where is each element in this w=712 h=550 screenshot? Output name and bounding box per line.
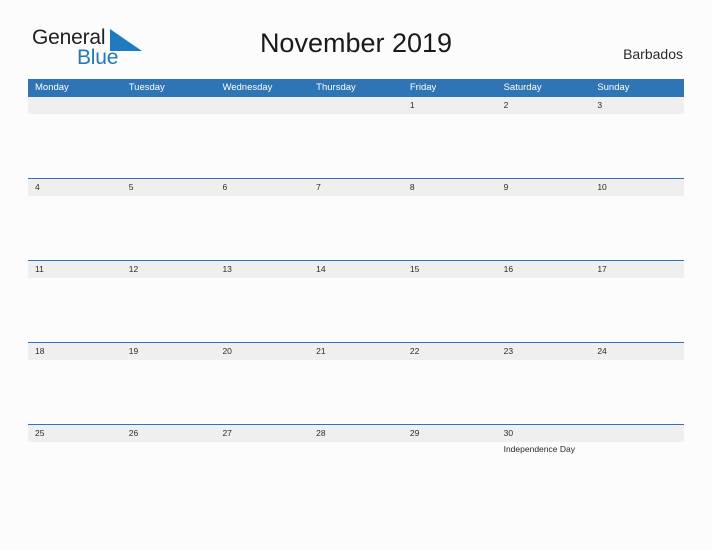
day-number[interactable] [309, 97, 403, 114]
country-label: Barbados [623, 46, 683, 62]
event-label: Independence Day [503, 444, 575, 454]
weekday-header-sunday: Sunday [597, 82, 630, 93]
day-cell[interactable] [590, 114, 684, 176]
day-number[interactable]: 9 [497, 179, 591, 196]
day-number[interactable]: 17 [590, 261, 684, 278]
day-cell[interactable] [590, 360, 684, 422]
day-cell[interactable] [403, 442, 497, 504]
day-number[interactable]: 3 [590, 97, 684, 114]
day-number[interactable]: 6 [215, 179, 309, 196]
day-number[interactable]: 28 [309, 425, 403, 442]
day-number[interactable] [122, 97, 216, 114]
week-event-band [28, 114, 684, 176]
day-number[interactable]: 19 [122, 343, 216, 360]
day-cell[interactable]: Independence Day [497, 442, 591, 504]
day-number[interactable]: 25 [28, 425, 122, 442]
weekday-header-wednesday: Wednesday [222, 82, 273, 93]
day-number[interactable]: 26 [122, 425, 216, 442]
week-row: 1 2 3 [28, 96, 684, 178]
day-number[interactable]: 7 [309, 179, 403, 196]
day-cell[interactable] [122, 360, 216, 422]
page-title: November 2019 [259, 28, 453, 58]
day-cell[interactable] [215, 114, 309, 176]
day-cell[interactable] [497, 196, 591, 258]
week-daynumber-band: 25 26 27 28 29 30 [28, 425, 684, 442]
day-number[interactable] [590, 425, 684, 442]
weekday-header-tuesday: Tuesday [128, 82, 165, 93]
week-event-band: Independence Day [28, 442, 684, 504]
day-cell[interactable] [309, 442, 403, 504]
day-cell[interactable] [403, 196, 497, 258]
day-cell[interactable] [215, 278, 309, 340]
day-number[interactable]: 16 [497, 261, 591, 278]
day-number[interactable]: 30 [497, 425, 591, 442]
day-cell[interactable] [590, 278, 684, 340]
day-cell[interactable] [309, 360, 403, 422]
week-row: 4 5 6 7 8 9 10 [28, 178, 684, 260]
day-number[interactable] [28, 97, 122, 114]
calendar-grid: Monday Tuesday Wednesday Thursday Friday… [28, 79, 684, 506]
weekday-header-friday: Friday [409, 82, 437, 93]
week-event-band [28, 196, 684, 258]
day-cell[interactable] [590, 196, 684, 258]
day-number[interactable]: 5 [122, 179, 216, 196]
day-number[interactable]: 8 [403, 179, 497, 196]
day-number[interactable]: 29 [403, 425, 497, 442]
week-row: 11 12 13 14 15 16 17 [28, 260, 684, 342]
day-number[interactable]: 4 [28, 179, 122, 196]
day-number[interactable]: 2 [497, 97, 591, 114]
day-cell[interactable] [309, 278, 403, 340]
day-cell[interactable] [28, 196, 122, 258]
day-cell[interactable] [497, 278, 591, 340]
day-number[interactable]: 10 [590, 179, 684, 196]
day-cell[interactable] [28, 442, 122, 504]
day-number[interactable]: 14 [309, 261, 403, 278]
day-cell[interactable] [28, 360, 122, 422]
weekday-header-saturday: Saturday [503, 82, 542, 93]
day-cell[interactable] [215, 360, 309, 422]
day-cell[interactable] [122, 196, 216, 258]
day-number[interactable]: 20 [215, 343, 309, 360]
day-number[interactable]: 11 [28, 261, 122, 278]
day-number[interactable]: 12 [122, 261, 216, 278]
day-cell[interactable] [28, 278, 122, 340]
week-event-band [28, 360, 684, 422]
day-cell[interactable] [122, 442, 216, 504]
day-cell[interactable] [215, 196, 309, 258]
day-cell[interactable] [309, 114, 403, 176]
day-number[interactable] [215, 97, 309, 114]
day-cell[interactable] [403, 360, 497, 422]
day-number[interactable]: 23 [497, 343, 591, 360]
week-daynumber-band: 18 19 20 21 22 23 24 [28, 343, 684, 360]
day-number[interactable]: 18 [28, 343, 122, 360]
day-cell[interactable] [590, 442, 684, 504]
day-number[interactable]: 21 [309, 343, 403, 360]
day-cell[interactable] [403, 278, 497, 340]
day-cell[interactable] [403, 114, 497, 176]
day-number[interactable]: 22 [403, 343, 497, 360]
day-cell[interactable] [497, 360, 591, 422]
day-cell[interactable] [28, 114, 122, 176]
day-cell[interactable] [497, 114, 591, 176]
day-number[interactable]: 13 [215, 261, 309, 278]
day-number[interactable]: 1 [403, 97, 497, 114]
day-cell[interactable] [122, 278, 216, 340]
page-header: General Blue November 2019 Barbados [0, 0, 712, 72]
week-daynumber-band: 4 5 6 7 8 9 10 [28, 179, 684, 196]
week-daynumber-band: 11 12 13 14 15 16 17 [28, 261, 684, 278]
week-row: 18 19 20 21 22 23 24 [28, 342, 684, 424]
day-cell[interactable] [122, 114, 216, 176]
weekday-header-monday: Monday [35, 82, 69, 93]
day-number[interactable]: 24 [590, 343, 684, 360]
weekday-header-row: Monday Tuesday Wednesday Thursday Friday… [28, 79, 684, 96]
day-cell[interactable] [309, 196, 403, 258]
day-cell[interactable] [215, 442, 309, 504]
day-number[interactable]: 27 [215, 425, 309, 442]
week-row: 25 26 27 28 29 30 Independence Day [28, 424, 684, 506]
weekday-header-thursday: Thursday [316, 82, 356, 93]
week-daynumber-band: 1 2 3 [28, 97, 684, 114]
day-number[interactable]: 15 [403, 261, 497, 278]
week-event-band [28, 278, 684, 340]
